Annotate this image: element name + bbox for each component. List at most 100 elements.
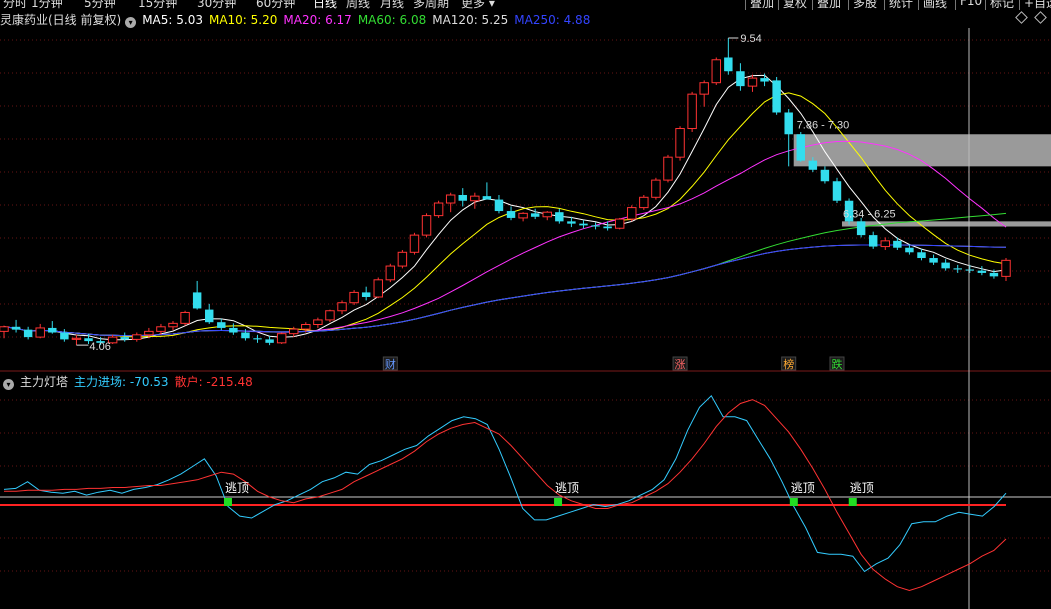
candle-body xyxy=(820,169,830,182)
candle xyxy=(361,286,371,301)
candle-body xyxy=(711,59,721,84)
candle-body xyxy=(567,221,576,224)
candle xyxy=(337,300,347,315)
candle xyxy=(747,74,758,92)
candle-body xyxy=(11,326,21,330)
candle-body xyxy=(880,240,891,248)
candle xyxy=(832,177,842,204)
candle xyxy=(917,248,926,261)
gap-range-label: 6.34 - 6.25 xyxy=(843,208,896,220)
candle xyxy=(494,195,504,214)
candle xyxy=(60,329,69,342)
candle xyxy=(325,309,335,323)
candle-body xyxy=(614,218,625,229)
candle-body xyxy=(132,334,142,340)
candle-body xyxy=(168,322,178,328)
candle-body xyxy=(205,309,214,323)
candle-body xyxy=(796,134,805,161)
candle-body xyxy=(421,215,432,236)
candle xyxy=(772,76,781,115)
candle xyxy=(651,177,661,200)
candle-body xyxy=(180,311,190,324)
event-marker: 财 xyxy=(382,356,398,371)
candle-body xyxy=(156,326,166,332)
ma250-line xyxy=(3,244,1007,337)
candle xyxy=(397,250,408,269)
kline-chart-svg[interactable]: 9.54 4.06 7.86 - 7.30 6.34 - 6.25 财 涨 榜 跌逃顶 逃顶 逃顶… xyxy=(0,0,1051,609)
candle-body xyxy=(482,196,492,200)
candle-body xyxy=(893,240,902,248)
candle xyxy=(205,303,214,324)
candle-body xyxy=(120,337,129,340)
candle xyxy=(941,259,950,271)
candle-body xyxy=(192,292,202,309)
candle-body xyxy=(808,160,818,170)
candle xyxy=(506,206,516,221)
candle-body xyxy=(229,327,238,333)
candle xyxy=(796,131,805,162)
candle-body xyxy=(48,327,57,333)
candle-body xyxy=(241,332,250,339)
candle xyxy=(929,254,938,265)
event-marker-label: 榜 xyxy=(783,357,794,371)
candle xyxy=(229,323,238,335)
candle-body xyxy=(555,212,564,222)
candle-body xyxy=(591,225,600,227)
candle-body xyxy=(929,258,938,263)
sanhu-line xyxy=(4,399,1007,592)
candle-body xyxy=(651,179,661,198)
candle-body xyxy=(397,251,408,267)
candle-body xyxy=(506,211,516,218)
candle-body xyxy=(736,71,745,87)
candle-body xyxy=(868,235,878,247)
candle-body xyxy=(699,82,709,95)
signal-label: 逃顶 xyxy=(791,481,815,495)
candle-body xyxy=(289,328,299,335)
candle xyxy=(711,57,721,85)
candle-body xyxy=(373,279,383,298)
candle-body xyxy=(772,80,781,113)
candle-body xyxy=(784,112,793,135)
candle xyxy=(579,220,588,229)
event-marker: 跌 xyxy=(829,356,845,371)
candle-body xyxy=(965,269,975,271)
candle xyxy=(1001,258,1011,281)
signal-square xyxy=(789,498,798,506)
candle-body xyxy=(663,156,673,181)
candle-body xyxy=(60,332,69,340)
candle-body xyxy=(627,207,637,220)
candle-body xyxy=(989,272,999,277)
candle-body xyxy=(953,268,962,270)
candle xyxy=(482,182,492,200)
candle-body xyxy=(639,196,649,209)
candle xyxy=(614,217,625,230)
candle xyxy=(217,318,226,331)
candle-body xyxy=(301,323,311,330)
candle xyxy=(0,325,9,339)
candle-body xyxy=(337,302,347,312)
candle-body xyxy=(675,128,685,158)
candle xyxy=(409,232,420,255)
signal-label: 逃顶 xyxy=(555,481,579,495)
candle-body xyxy=(470,195,480,202)
signal-marker: 逃顶 xyxy=(848,481,874,506)
candle xyxy=(542,211,552,221)
candle xyxy=(699,80,709,107)
candle xyxy=(591,222,600,230)
candle xyxy=(784,109,793,167)
candle xyxy=(868,231,878,249)
candle xyxy=(48,321,57,334)
candle xyxy=(421,213,432,238)
candle xyxy=(518,212,528,222)
candle-body xyxy=(1001,259,1011,277)
candle xyxy=(71,334,82,346)
high-price-label: 9.54 xyxy=(740,33,761,45)
event-marker: 榜 xyxy=(781,356,797,371)
candle-body xyxy=(518,212,528,219)
candle xyxy=(313,317,323,328)
candle xyxy=(820,166,830,184)
candle xyxy=(23,326,33,340)
candle-body xyxy=(433,202,444,217)
candle-body xyxy=(325,310,335,321)
low-price-label: 4.06 xyxy=(89,341,110,353)
